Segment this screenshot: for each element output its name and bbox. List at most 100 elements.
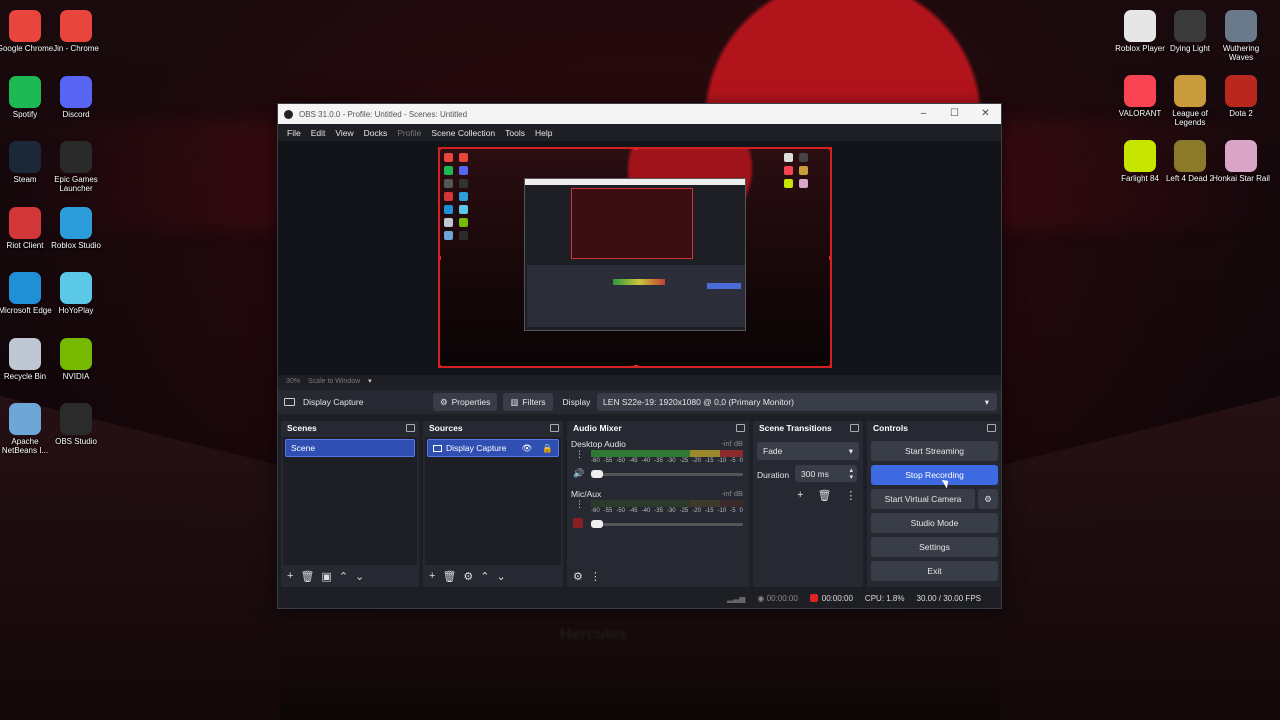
desktop-icon[interactable]: Riot Client — [0, 206, 54, 250]
undock-icon[interactable] — [550, 424, 559, 432]
add-icon[interactable]: + — [287, 570, 293, 582]
desktop-icon[interactable]: Apache NetBeans I... — [0, 403, 54, 455]
scene-item[interactable]: Scene — [285, 439, 415, 457]
desktop-icon[interactable]: NVIDIA — [47, 337, 105, 381]
menu-file[interactable]: File — [282, 128, 306, 138]
exit-button[interactable]: Exit — [871, 561, 998, 581]
resize-handle[interactable] — [440, 365, 441, 366]
add-icon[interactable]: + — [797, 489, 803, 502]
desktop-icon[interactable]: Wuthering Waves — [1212, 10, 1270, 62]
channel-db: -inf dB — [721, 489, 743, 498]
desktop-icon[interactable]: Steam — [0, 141, 54, 184]
slider-knob[interactable] — [591, 470, 603, 478]
maximize-icon[interactable]: ☐ — [939, 104, 970, 124]
menu-profile[interactable]: Profile — [392, 128, 426, 138]
volume-slider[interactable] — [591, 470, 743, 478]
gear-icon[interactable]: ⚙ — [573, 570, 583, 583]
minimize-icon[interactable]: – — [908, 104, 939, 124]
studio-mode-button[interactable]: Studio Mode — [871, 513, 998, 533]
preview-area[interactable] — [278, 141, 1001, 375]
undock-icon[interactable] — [987, 424, 996, 432]
desktop-icon[interactable]: Roblox Studio — [47, 206, 105, 250]
trash-icon[interactable]: 🗑 — [300, 570, 314, 583]
start-virtual-camera-button[interactable]: Start Virtual Camera — [871, 489, 975, 509]
settings-button[interactable]: Settings — [871, 537, 998, 557]
arrow-up-icon[interactable]: ⌃ — [339, 570, 348, 583]
desktop-icon[interactable]: Dying Light — [1161, 10, 1219, 53]
slider-knob[interactable] — [591, 520, 603, 528]
resize-handle[interactable] — [634, 149, 638, 150]
desktop-icon[interactable]: Left 4 Dead 2 — [1161, 140, 1219, 183]
lock-icon[interactable]: 🔒 — [542, 443, 553, 454]
desktop-icon-label: Epic Games Launcher — [54, 175, 98, 193]
start-streaming-button[interactable]: Start Streaming — [871, 441, 998, 461]
speaker-icon[interactable]: 🔊 — [573, 468, 584, 479]
resize-handle[interactable] — [829, 149, 830, 150]
more-vertical-icon[interactable]: ⋮ — [575, 499, 584, 510]
eye-icon[interactable]: 👁 — [522, 443, 533, 454]
resize-handle[interactable] — [829, 365, 830, 366]
menu-edit[interactable]: Edit — [306, 128, 331, 138]
meter-tick-label: -35 — [654, 508, 663, 514]
resize-handle[interactable] — [440, 149, 441, 150]
close-icon[interactable]: ✕ — [970, 104, 1001, 124]
menu-scene-collection[interactable]: Scene Collection — [426, 128, 500, 138]
desktop-icon-label: OBS Studio — [55, 437, 97, 446]
display-select[interactable]: LEN S22e-19: 1920x1080 @ 0,0 (Primary Mo… — [597, 393, 997, 411]
dota-icon — [1225, 75, 1257, 107]
filters-button[interactable]: ▥ Filters — [503, 393, 553, 411]
duration-value: 300 ms — [801, 468, 829, 479]
trash-icon[interactable]: 🗑 — [442, 570, 456, 583]
desktop-icon[interactable]: Recycle Bin — [0, 337, 54, 381]
scene-filter-icon[interactable]: ▣ — [321, 570, 331, 583]
source-item[interactable]: Display Capture 👁 🔒 — [427, 439, 559, 457]
stop-recording-button[interactable]: Stop Recording — [871, 465, 998, 485]
volume-slider[interactable] — [591, 520, 743, 528]
chevron-down-icon[interactable]: ▾ — [368, 377, 372, 385]
desktop-icon[interactable]: OBS Studio — [47, 403, 105, 446]
menu-docks[interactable]: Docks — [359, 128, 393, 138]
desktop-icon[interactable]: Jin - Chrome — [47, 10, 105, 53]
resize-handle[interactable] — [634, 365, 638, 366]
desktop-icon[interactable]: Discord — [47, 75, 105, 119]
desktop-icon[interactable]: HoYoPlay — [47, 272, 105, 315]
preview-canvas[interactable] — [438, 147, 832, 368]
transition-select[interactable]: Fade ▾ — [757, 442, 859, 460]
desktop-icon[interactable]: Epic Games Launcher — [47, 141, 105, 193]
title-bar[interactable]: OBS 31.0.0 - Profile: Untitled - Scenes:… — [278, 104, 1001, 124]
gear-icon[interactable]: ⚙ — [463, 570, 473, 583]
undock-icon[interactable] — [406, 424, 415, 432]
desktop-icon[interactable]: Microsoft Edge — [0, 272, 54, 315]
menu-tools[interactable]: Tools — [500, 128, 530, 138]
meter-tick-label: -20 — [692, 458, 701, 464]
desktop-icon[interactable]: League of Legends — [1161, 75, 1219, 127]
virtual-camera-settings-button[interactable]: ⚙ — [978, 489, 998, 509]
volume-meter — [591, 450, 743, 457]
more-vertical-icon[interactable]: ⋮ — [590, 570, 601, 583]
menu-view[interactable]: View — [330, 128, 358, 138]
desktop-icon[interactable]: Google Chrome — [0, 10, 54, 53]
gear-icon: ⚙ — [440, 396, 448, 407]
spin-arrows-icon[interactable]: ▴ ▾ — [849, 467, 853, 481]
undock-icon[interactable] — [736, 424, 745, 432]
desktop-icon[interactable]: Dota 2 — [1212, 75, 1270, 118]
desktop-icon[interactable]: Spotify — [0, 75, 54, 119]
desktop-icon[interactable]: Honkai Star Rail — [1212, 140, 1270, 183]
arrow-down-icon[interactable]: ⌄ — [355, 570, 364, 583]
menu-help[interactable]: Help — [530, 128, 557, 138]
duration-spinbox[interactable]: 300 ms ▴ ▾ — [795, 465, 857, 482]
arrow-down-icon[interactable]: ⌄ — [497, 570, 506, 583]
properties-button[interactable]: ⚙ Properties — [433, 393, 498, 411]
arrow-up-icon[interactable]: ⌃ — [480, 570, 489, 583]
undock-icon[interactable] — [850, 424, 859, 432]
add-icon[interactable]: + — [429, 570, 435, 582]
zoom-mode-select[interactable]: Scale to Window — [308, 378, 360, 385]
chevron-down-icon: ▾ — [984, 396, 989, 407]
more-vertical-icon[interactable]: ⋮ — [845, 489, 856, 502]
mic-muted-icon[interactable] — [573, 518, 583, 528]
selected-source-label: Display Capture — [303, 397, 364, 407]
resize-handle[interactable] — [440, 256, 441, 260]
more-vertical-icon[interactable]: ⋮ — [575, 449, 584, 460]
resize-handle[interactable] — [829, 256, 830, 260]
trash-icon[interactable]: 🗑 — [817, 489, 831, 502]
